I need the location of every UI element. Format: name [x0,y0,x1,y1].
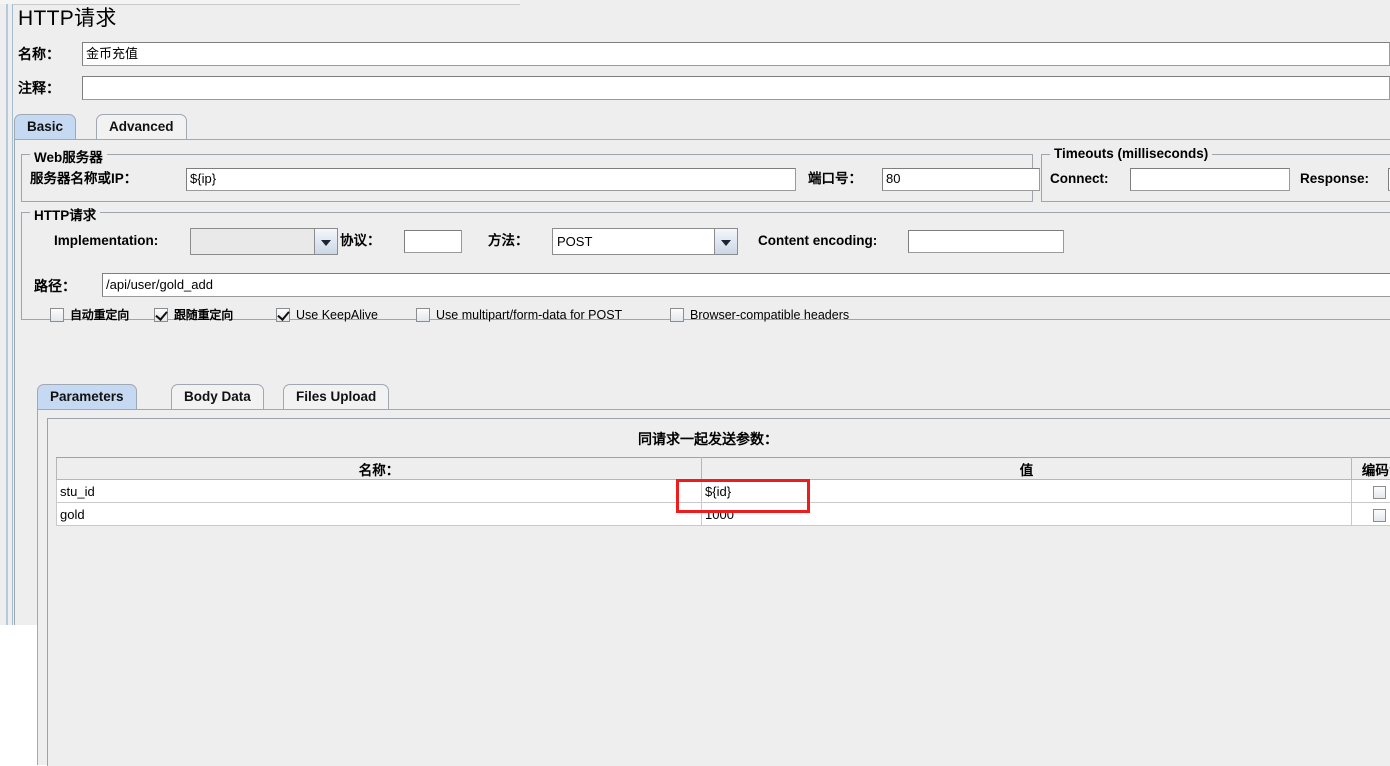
name-label: 名称： [18,41,76,67]
content-encoding-input[interactable] [908,230,1064,253]
option-checkbox-3[interactable]: Use KeepAlive [276,305,378,325]
checkbox-empty-icon[interactable] [50,308,64,322]
option-checkbox-4[interactable]: Use multipart/form-data for POST [416,305,622,325]
column-header-encode[interactable]: 编码? [1352,458,1390,480]
tab-files-upload[interactable]: Files Upload [283,384,389,409]
option-checkbox-2[interactable]: 跟随重定向 [154,305,233,325]
implementation-label: Implementation: [54,230,158,252]
http-request-group: HTTP请求 Implementation: 协议： 方法： POST Cont… [21,212,1390,320]
content-encoding-label: Content encoding: [758,230,877,252]
cell-param-value[interactable]: 1000 [702,503,1352,526]
path-input[interactable]: /api/user/gold_add [102,273,1390,297]
option-checkbox-1[interactable]: 自动重定向 [50,305,129,325]
response-timeout-label: Response: [1300,168,1369,190]
table-row[interactable]: stu_id${id} [57,480,1390,503]
option-label: Use KeepAlive [296,307,378,323]
protocol-label: 协议： [340,230,381,252]
timeouts-group: Timeouts (milliseconds) Connect: Respons… [1041,154,1390,202]
timeouts-group-title: Timeouts (milliseconds) [1050,146,1212,161]
connect-timeout-label: Connect: [1050,168,1109,190]
params-tabstrip: Parameters Body Data Files Upload [37,384,1390,410]
cell-param-name[interactable]: gold [57,503,702,526]
left-panel-divider [6,4,8,625]
checkbox-empty-icon[interactable] [416,308,430,322]
check-icon[interactable] [154,308,168,322]
tab-body-data[interactable]: Body Data [171,384,264,409]
cell-param-name[interactable]: stu_id [57,480,702,503]
implementation-select[interactable] [190,228,338,255]
comment-label: 注释： [18,75,76,101]
parameters-table-body: stu_id${id}gold1000 [57,480,1390,526]
checkbox-empty-icon[interactable] [1373,509,1386,522]
path-label: 路径： [34,275,76,297]
option-label: 自动重定向 [70,307,129,323]
main-tabstrip: Basic Advanced [14,114,1388,140]
checkbox-empty-icon[interactable] [670,308,684,322]
web-server-group-title: Web服务器 [30,146,107,166]
table-header-row: 名称： 值 编码? [57,458,1390,480]
parameters-table: 名称： 值 编码? stu_id${id}gold1000 [56,457,1390,526]
option-label: 跟随重定向 [174,307,233,323]
implementation-value [191,229,314,254]
cell-param-value[interactable]: ${id} [702,480,1352,503]
checkbox-empty-icon[interactable] [1373,486,1386,499]
page-title: HTTP请求 [18,2,117,32]
chevron-down-icon [714,229,737,254]
web-server-group: Web服务器 服务器名称或IP： ${ip} 端口号： 80 [21,154,1033,202]
connect-timeout-input[interactable] [1130,168,1290,191]
method-label: 方法： [488,230,529,252]
column-header-value[interactable]: 值 [702,458,1352,480]
tab-parameters[interactable]: Parameters [37,384,137,409]
protocol-input[interactable] [404,230,462,253]
http-request-panel: HTTP请求 名称： 金币充值 注释： Basic Advanced Web服务… [0,0,1390,625]
method-select[interactable]: POST [552,228,738,255]
cell-param-encode[interactable] [1352,503,1390,526]
option-label: Browser-compatible headers [690,307,849,323]
basic-tab-panel: Web服务器 服务器名称或IP： ${ip} 端口号： 80 Timeouts … [14,139,1390,625]
port-input[interactable]: 80 [882,168,1040,191]
tab-advanced[interactable]: Advanced [96,114,187,139]
tab-basic[interactable]: Basic [14,114,76,139]
server-name-input[interactable]: ${ip} [186,168,796,191]
comment-row: 注释： [12,75,1390,101]
check-icon[interactable] [276,308,290,322]
http-request-group-title: HTTP请求 [30,204,100,224]
comment-input[interactable] [82,76,1390,100]
server-name-label: 服务器名称或IP： [30,168,137,190]
chevron-down-icon [314,229,337,254]
option-checkbox-5[interactable]: Browser-compatible headers [670,305,849,325]
option-label: Use multipart/form-data for POST [436,307,622,323]
parameters-caption: 同请求一起发送参数： [48,429,1368,449]
port-label: 端口号： [808,168,862,190]
name-row: 名称： 金币充值 [12,41,1390,67]
name-input[interactable]: 金币充值 [82,42,1390,66]
table-row[interactable]: gold1000 [57,503,1390,526]
parameters-inner-panel: 同请求一起发送参数： 名称： 值 编码? stu_id${id}gold1000 [47,418,1390,766]
cell-param-encode[interactable] [1352,480,1390,503]
parameters-tab-panel: 同请求一起发送参数： 名称： 值 编码? stu_id${id}gold1000 [37,409,1390,765]
column-header-name[interactable]: 名称： [57,458,702,480]
method-value: POST [553,229,714,254]
